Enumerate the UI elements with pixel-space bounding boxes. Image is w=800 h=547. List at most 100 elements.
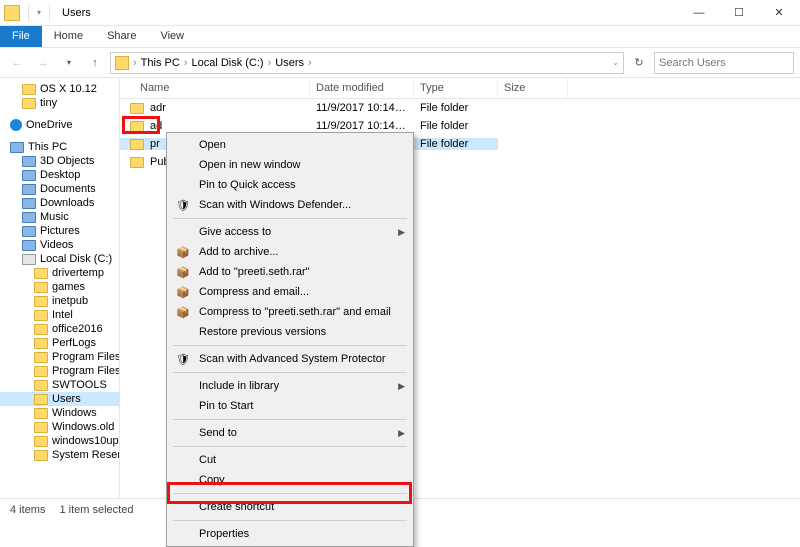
- down-chevron-icon[interactable]: ▾: [37, 8, 41, 17]
- chevron-right-icon[interactable]: ›: [131, 57, 139, 69]
- menu-compress-to-and-email[interactable]: 📦Compress to "preeti.seth.rar" and email: [169, 302, 411, 322]
- chevron-right-icon[interactable]: ›: [182, 57, 190, 69]
- menu-include-in-library[interactable]: Include in library▶: [169, 376, 411, 396]
- folder-icon: [34, 338, 48, 349]
- tree-node[interactable]: Program Files: [0, 364, 119, 378]
- minimize-button[interactable]: —: [682, 3, 716, 23]
- chevron-right-icon[interactable]: ›: [306, 57, 314, 69]
- tree-label: SWTOOLS: [52, 379, 107, 391]
- tree-node[interactable]: PerfLogs: [0, 336, 119, 350]
- tree-node[interactable]: windows10upg: [0, 434, 119, 448]
- menu-scan-defender[interactable]: 🛡Scan with Windows Defender...: [169, 195, 411, 215]
- file-date: 11/9/2017 10:14 AM: [310, 102, 414, 114]
- status-selected-count: 1 item selected: [59, 504, 133, 516]
- library-icon: [22, 198, 36, 209]
- col-size[interactable]: Size: [498, 78, 568, 98]
- tab-file[interactable]: File: [0, 26, 42, 47]
- menu-add-to-rar[interactable]: 📦Add to "preeti.seth.rar": [169, 262, 411, 282]
- tree-label: windows10upg: [52, 435, 120, 447]
- folder-icon: [34, 394, 48, 405]
- library-icon: [22, 240, 36, 251]
- menu-pin-to-start[interactable]: Pin to Start: [169, 396, 411, 416]
- forward-button[interactable]: →: [32, 52, 54, 74]
- refresh-button[interactable]: ↻: [628, 52, 650, 74]
- menu-restore-previous-versions[interactable]: Restore previous versions: [169, 322, 411, 342]
- library-icon: [22, 226, 36, 237]
- search-input[interactable]: Search Users: [654, 52, 794, 74]
- divider: [49, 5, 50, 21]
- nav-tree[interactable]: OS X 10.12 tiny OneDrive This PC 3D Obje…: [0, 78, 120, 498]
- menu-copy[interactable]: Copy: [169, 470, 411, 490]
- tree-label: Downloads: [40, 197, 94, 209]
- close-button[interactable]: ✕: [762, 3, 796, 23]
- dropdown-icon[interactable]: ⌄: [612, 58, 619, 67]
- up-button[interactable]: ↑: [84, 52, 106, 74]
- shield-icon: 🛡: [175, 197, 191, 213]
- submenu-arrow-icon: ▶: [398, 381, 405, 392]
- tab-share[interactable]: Share: [95, 26, 148, 47]
- menu-properties[interactable]: Properties: [169, 524, 411, 544]
- tree-node[interactable]: Pictures: [0, 224, 119, 238]
- tree-node[interactable]: Videos: [0, 238, 119, 252]
- tree-node[interactable]: Desktop: [0, 168, 119, 182]
- menu-open[interactable]: Open: [169, 135, 411, 155]
- tree-node[interactable]: Windows.old: [0, 420, 119, 434]
- col-name[interactable]: Name: [120, 78, 310, 98]
- menu-pin-quick-access[interactable]: Pin to Quick access: [169, 175, 411, 195]
- tree-node[interactable]: games: [0, 280, 119, 294]
- library-icon: [22, 254, 36, 265]
- tree-node[interactable]: inetpub: [0, 294, 119, 308]
- onedrive-icon: [10, 119, 22, 131]
- tree-node-thispc[interactable]: This PC: [0, 140, 119, 154]
- tree-node[interactable]: Downloads: [0, 196, 119, 210]
- tree-node[interactable]: tiny: [0, 96, 119, 110]
- tree-node[interactable]: OS X 10.12: [0, 82, 119, 96]
- archive-icon: 📦: [175, 304, 191, 320]
- menu-open-new-window[interactable]: Open in new window: [169, 155, 411, 175]
- tab-home[interactable]: Home: [42, 26, 95, 47]
- col-date[interactable]: Date modified: [310, 78, 414, 98]
- tree-node[interactable]: drivertemp: [0, 266, 119, 280]
- tree-node[interactable]: Music: [0, 210, 119, 224]
- tree-node[interactable]: Local Disk (C:): [0, 252, 119, 266]
- breadcrumb[interactable]: This PC: [141, 57, 180, 69]
- menu-scan-asp[interactable]: 🛡Scan with Advanced System Protector: [169, 349, 411, 369]
- chevron-right-icon[interactable]: ›: [266, 57, 274, 69]
- menu-compress-and-email[interactable]: 📦Compress and email...: [169, 282, 411, 302]
- tree-node[interactable]: Program Files: [0, 350, 119, 364]
- tab-view[interactable]: View: [148, 26, 196, 47]
- tree-node[interactable]: office2016: [0, 322, 119, 336]
- menu-create-shortcut[interactable]: Create shortcut: [169, 497, 411, 517]
- tree-node[interactable]: Documents: [0, 182, 119, 196]
- archive-icon: 📦: [175, 264, 191, 280]
- tree-node[interactable]: 3D Objects: [0, 154, 119, 168]
- tree-node[interactable]: Intel: [0, 308, 119, 322]
- recent-dropdown[interactable]: ▾: [58, 52, 80, 74]
- breadcrumb[interactable]: Local Disk (C:): [191, 57, 263, 69]
- address-bar[interactable]: › This PC › Local Disk (C:) › Users › ⌄: [110, 52, 624, 74]
- breadcrumb[interactable]: Users: [275, 57, 304, 69]
- tree-label: games: [52, 281, 85, 293]
- table-row[interactable]: adr11/9/2017 10:14 AMFile folder: [120, 99, 800, 117]
- file-name: pr: [150, 138, 160, 150]
- tree-node[interactable]: SWTOOLS: [0, 378, 119, 392]
- col-type[interactable]: Type: [414, 78, 498, 98]
- tree-label: Local Disk (C:): [40, 253, 112, 265]
- menu-add-to-archive[interactable]: 📦Add to archive...: [169, 242, 411, 262]
- tree-node[interactable]: Users: [0, 392, 119, 406]
- tree-node-onedrive[interactable]: OneDrive: [0, 118, 119, 132]
- folder-icon: [34, 296, 48, 307]
- back-button[interactable]: ←: [6, 52, 28, 74]
- menu-send-to[interactable]: Send to▶: [169, 423, 411, 443]
- folder-icon: [34, 282, 48, 293]
- status-item-count: 4 items: [10, 504, 45, 516]
- separator: [173, 218, 407, 219]
- maximize-button[interactable]: ☐: [722, 3, 756, 23]
- menu-cut[interactable]: Cut: [169, 450, 411, 470]
- tree-node[interactable]: System Reserve: [0, 448, 119, 462]
- tree-node[interactable]: Windows: [0, 406, 119, 420]
- menu-give-access-to[interactable]: Give access to▶: [169, 222, 411, 242]
- folder-icon: [34, 366, 48, 377]
- separator: [173, 446, 407, 447]
- tree-label: Desktop: [40, 169, 80, 181]
